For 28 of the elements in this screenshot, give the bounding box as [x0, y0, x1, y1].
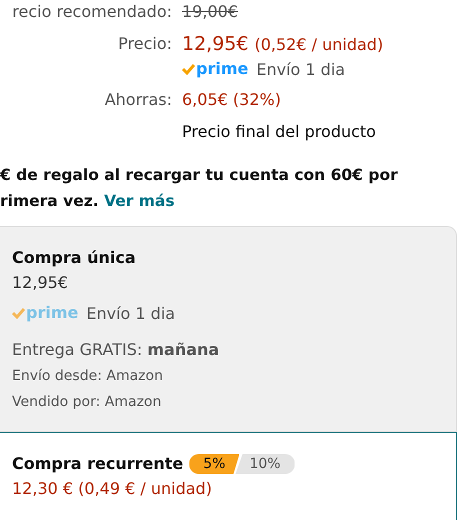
check-icon — [182, 63, 195, 75]
option-title: Compra única — [12, 247, 136, 269]
shipping-text: Envío 1 dia — [256, 60, 346, 78]
discount-tab[interactable]: 10% — [235, 454, 295, 474]
check-icon — [12, 307, 25, 319]
list-price: 19,00€ — [182, 1, 238, 23]
discount-tab[interactable]: 5% — [189, 454, 240, 474]
price-label: Ahorras: — [104, 89, 172, 111]
purchase-option-card[interactable]: Compra única 12,95€ prime Envío 1 dia Entrega GRATIS: mañana Envío desde: Amazon Vendido por: Amazon — [0, 226, 457, 432]
prime-logo: prime — [182, 60, 248, 78]
see-more-link[interactable]: Ver más — [104, 192, 175, 210]
ships-from-text: Envío desde: Amazon — [12, 367, 164, 386]
option-price: 12,95€ — [12, 272, 69, 294]
sold-by-text: Vendido por: Amazon — [12, 393, 162, 412]
prime-logo: prime — [12, 304, 78, 322]
promo-text: € de regalo al recargar tu cuenta con 60€ por rimera vez. Ver más — [0, 165, 399, 212]
option-title: Compra recurrente — [12, 453, 184, 475]
price-label: recio recomendado: — [11, 1, 172, 23]
delivery-day: mañana — [147, 340, 220, 359]
savings-amount: 6,05€ (32%) — [182, 89, 281, 111]
delivery-label: Entrega GRATIS: — [12, 340, 142, 359]
price-note: Precio final del producto — [182, 121, 376, 143]
option-price: 12,30 € (0,49 € / unidad) — [12, 478, 213, 500]
price: 12,95€ — [182, 32, 248, 56]
purchase-option-card[interactable]: Compra recurrente 5% 10% 12,30 € (0,49 € / unidad) — [0, 432, 457, 520]
shipping-text: Envío 1 dia — [86, 304, 176, 322]
unit-price: (0,52€ / unidad) — [254, 34, 384, 56]
price-label: Precio: — [117, 33, 172, 55]
